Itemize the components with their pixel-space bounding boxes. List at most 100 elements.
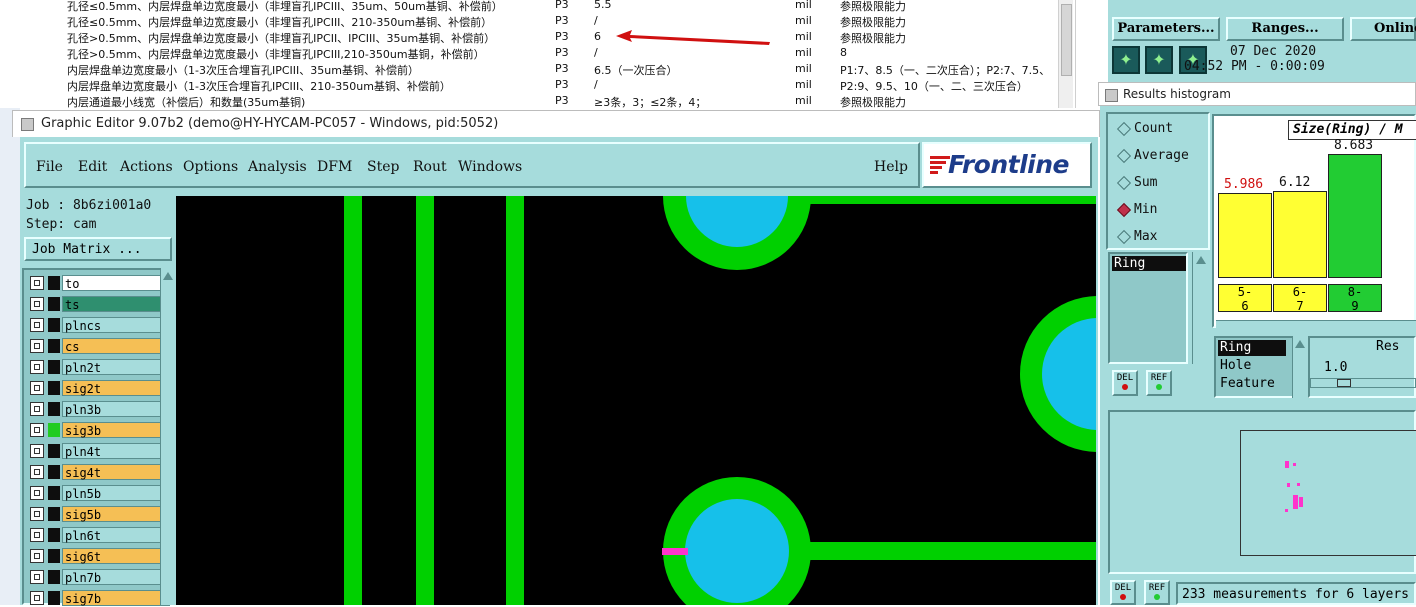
histogram-bin-label[interactable]: 5- 6 bbox=[1218, 284, 1272, 313]
layer-row-pln6t[interactable]: pln6t bbox=[28, 526, 170, 544]
run-all-icon[interactable]: ✦ bbox=[1145, 46, 1173, 74]
run-icon[interactable]: ✦ bbox=[1112, 46, 1140, 74]
layer-row-cs[interactable]: cs bbox=[28, 337, 170, 355]
layer-row-sig7b[interactable]: sig7b bbox=[28, 589, 170, 607]
spreadsheet-row[interactable]: 孔径≤0.5mm、内层焊盘单边宽度最小（非埋盲孔IPCIII、35um、50um… bbox=[0, 0, 1075, 13]
metric-list-scrollbar[interactable] bbox=[1192, 252, 1209, 364]
green-dot-icon bbox=[1156, 384, 1162, 390]
layer-color-swatch bbox=[48, 276, 60, 290]
spreadsheet-row[interactable]: 孔径>0.5mm、内层焊盘单边宽度最小（非埋盲孔IPCIII,210-350um… bbox=[0, 45, 1075, 61]
pcb-canvas[interactable] bbox=[176, 196, 1096, 605]
layer-checkbox[interactable] bbox=[30, 360, 44, 374]
layer-color-swatch bbox=[48, 402, 60, 416]
menu-dfm[interactable]: DFM bbox=[317, 159, 352, 175]
del-button[interactable]: DEL bbox=[1112, 370, 1138, 396]
layer-checkbox[interactable] bbox=[30, 444, 44, 458]
job-matrix-button[interactable]: Job Matrix ... bbox=[24, 237, 172, 261]
layer-row-plncs[interactable]: plncs bbox=[28, 316, 170, 334]
layer-row-sig2t[interactable]: sig2t bbox=[28, 379, 170, 397]
layer-color-swatch bbox=[48, 591, 60, 605]
type-item-feature[interactable]: Feature bbox=[1218, 376, 1275, 391]
menu-step[interactable]: Step bbox=[367, 159, 399, 175]
scroll-up-arrow-icon[interactable] bbox=[1193, 253, 1209, 267]
cell-unit: mil bbox=[795, 62, 812, 75]
ref-button-bottom[interactable]: REF bbox=[1144, 580, 1170, 605]
menu-file[interactable]: File bbox=[36, 159, 63, 175]
layer-checkbox[interactable] bbox=[30, 339, 44, 353]
layer-checkbox[interactable] bbox=[30, 297, 44, 311]
layer-row-pln5b[interactable]: pln5b bbox=[28, 484, 170, 502]
parameters-button[interactable]: Parameters... bbox=[1112, 17, 1220, 41]
layer-row-sig6t[interactable]: sig6t bbox=[28, 547, 170, 565]
layer-row-sig5b[interactable]: sig5b bbox=[28, 505, 170, 523]
cell-note: 参照极限能力 bbox=[840, 16, 906, 29]
layer-checkbox[interactable] bbox=[30, 423, 44, 437]
del-button-bottom[interactable]: DEL bbox=[1110, 580, 1136, 605]
ranges-button[interactable]: Ranges... bbox=[1226, 17, 1344, 41]
histogram-bar[interactable] bbox=[1218, 193, 1272, 278]
metric-item-ring[interactable]: Ring bbox=[1112, 256, 1186, 271]
online-button[interactable]: Online bbox=[1350, 17, 1416, 41]
menu-actions[interactable]: Actions bbox=[120, 159, 173, 175]
layer-row-pln2t[interactable]: pln2t bbox=[28, 358, 170, 376]
layer-checkbox[interactable] bbox=[30, 549, 44, 563]
spreadsheet-row[interactable]: 内层焊盘单边宽度最小（1-3次压合埋盲孔IPCIII、35um基铜、补偿前） P3… bbox=[0, 61, 1075, 77]
resolution-slider-thumb[interactable] bbox=[1337, 379, 1351, 387]
histogram-bin-label[interactable]: 8- 9 bbox=[1328, 284, 1382, 313]
layer-row-pln4t[interactable]: pln4t bbox=[28, 442, 170, 460]
histogram-bar[interactable] bbox=[1328, 154, 1382, 278]
cell-value: 6.5（一次压合） bbox=[594, 64, 678, 77]
menu-edit[interactable]: Edit bbox=[78, 159, 107, 175]
histogram-bin-label[interactable]: 6- 7 bbox=[1273, 284, 1327, 313]
layer-checkbox[interactable] bbox=[30, 507, 44, 521]
layer-row-pln7b[interactable]: pln7b bbox=[28, 568, 170, 586]
histogram-scrollbar[interactable] bbox=[1216, 320, 1416, 333]
menu-rout[interactable]: Rout bbox=[413, 159, 447, 175]
layer-checkbox[interactable] bbox=[30, 570, 44, 584]
layer-checkbox[interactable] bbox=[30, 591, 44, 605]
layer-checkbox[interactable] bbox=[30, 381, 44, 395]
layer-name: sig6t bbox=[62, 548, 170, 564]
ref-button[interactable]: REF bbox=[1146, 370, 1172, 396]
spreadsheet-row[interactable]: 内层通道最小线宽（补偿后）和数量(35um基铜) P3 ≥3条，3；≤2条，4； mi… bbox=[0, 93, 1075, 108]
layer-name: sig7b bbox=[62, 590, 170, 606]
layer-name: pln7b bbox=[62, 569, 170, 585]
menu-help[interactable]: Help bbox=[874, 159, 908, 175]
histogram-bar[interactable] bbox=[1273, 191, 1327, 278]
scroll-up-arrow-icon[interactable] bbox=[161, 269, 175, 283]
layer-checkbox[interactable] bbox=[30, 402, 44, 416]
layer-checkbox[interactable] bbox=[30, 486, 44, 500]
layer-checkbox[interactable] bbox=[30, 528, 44, 542]
resolution-slider[interactable] bbox=[1310, 378, 1416, 388]
run-time: 04:52 PM - 0:00:09 bbox=[1184, 59, 1325, 74]
type-list-scrollbar[interactable] bbox=[1292, 336, 1307, 398]
cell-cls: P3 bbox=[555, 94, 569, 107]
spreadsheet-scrollbar[interactable] bbox=[1058, 0, 1073, 108]
scroll-up-arrow-icon[interactable] bbox=[1293, 337, 1307, 351]
layer-list-scrollbar[interactable] bbox=[160, 268, 175, 605]
stat-label: Min bbox=[1134, 202, 1158, 217]
layer-row-pln3b[interactable]: pln3b bbox=[28, 400, 170, 418]
preview-board-outline[interactable] bbox=[1240, 430, 1416, 556]
ref-label: REF bbox=[1150, 373, 1168, 383]
layer-checkbox[interactable] bbox=[30, 276, 44, 290]
menu-windows[interactable]: Windows bbox=[458, 159, 522, 175]
layer-checkbox[interactable] bbox=[30, 318, 44, 332]
menu-analysis[interactable]: Analysis bbox=[248, 159, 307, 175]
window-icon bbox=[1105, 89, 1118, 102]
spreadsheet-row[interactable]: 孔径>0.5mm、内层焊盘单边宽度最小（非埋盲孔IPCII、IPCIII、35u… bbox=[0, 29, 1075, 45]
type-item-hole[interactable]: Hole bbox=[1218, 358, 1251, 373]
layer-row-ts[interactable]: ts bbox=[28, 295, 170, 313]
type-item-ring[interactable]: Ring bbox=[1218, 340, 1286, 356]
layer-row-to[interactable]: to bbox=[28, 274, 170, 292]
layer-row-sig4t[interactable]: sig4t bbox=[28, 463, 170, 481]
menu-options[interactable]: Options bbox=[183, 159, 238, 175]
layer-checkbox[interactable] bbox=[30, 465, 44, 479]
spreadsheet-row[interactable]: 孔径≤0.5mm、内层焊盘单边宽度最小（非埋盲孔IPCIII、210-350um… bbox=[0, 13, 1075, 29]
layer-row-sig3b[interactable]: sig3b bbox=[28, 421, 170, 439]
scroll-thumb[interactable] bbox=[1061, 4, 1072, 76]
spreadsheet-row[interactable]: 内层焊盘单边宽度最小（1-3次压合埋盲孔IPCIII、210-350um基铜、补… bbox=[0, 77, 1075, 93]
resolution-label: Res bbox=[1376, 339, 1400, 354]
cell-cls: P3 bbox=[555, 78, 569, 91]
stat-label: Max bbox=[1134, 229, 1158, 244]
